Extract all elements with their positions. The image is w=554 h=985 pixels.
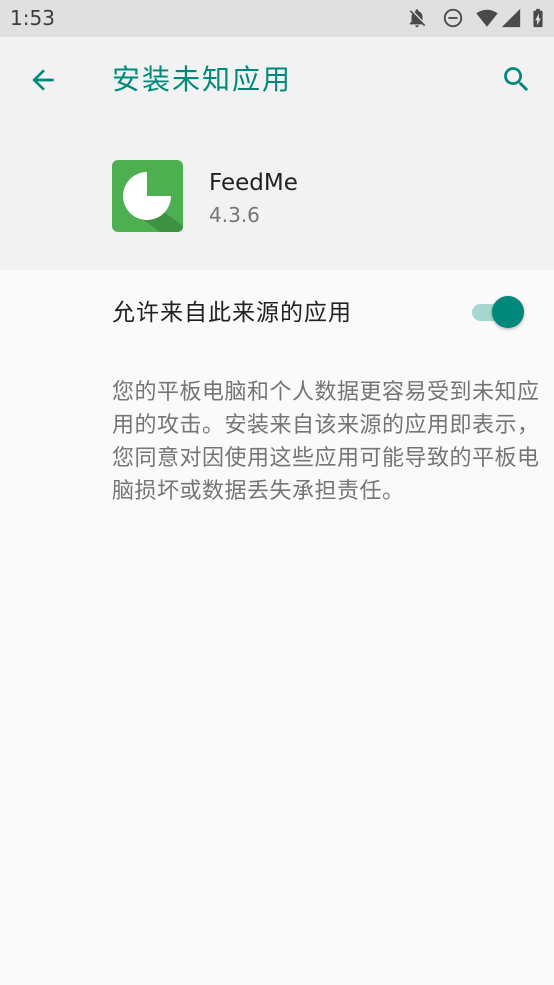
- notifications-off-icon: [406, 7, 428, 29]
- cell-signal-icon: [500, 7, 522, 29]
- description-line: 您同意对因使用这些应用可能导致的平板电: [112, 446, 540, 471]
- wifi-icon: [476, 7, 498, 29]
- allow-from-source-row[interactable]: 允许来自此来源的应用: [0, 276, 554, 350]
- description-line: 您的平板电脑和个人数据更容易受到未知应: [112, 380, 540, 405]
- search-button[interactable]: [500, 63, 533, 96]
- warning-description: 您的平板电脑和个人数据更容易受到未知应 用的攻击。安装来自该来源的应用即表示， …: [112, 376, 548, 508]
- description-line: 用的攻击。安装来自该来源的应用即表示，: [112, 413, 540, 438]
- switch-thumb[interactable]: [492, 296, 524, 328]
- status-time: 1:53: [10, 6, 55, 30]
- battery-charging-icon: [527, 7, 549, 29]
- app-name: FeedMe: [209, 170, 298, 196]
- search-icon: [504, 67, 529, 92]
- allow-from-source-switch[interactable]: [472, 296, 526, 330]
- back-arrow-icon: [32, 69, 54, 91]
- page-title: 安装未知应用: [112, 63, 293, 96]
- feedme-app-icon: [112, 160, 183, 232]
- description-line: 脑损坏或数据丢失承担责任。: [112, 479, 405, 504]
- status-bar: 1:53: [0, 0, 554, 37]
- do-not-disturb-icon: [442, 7, 464, 29]
- back-button[interactable]: [27, 64, 59, 96]
- app-version: 4.3.6: [209, 203, 260, 227]
- allow-from-source-label: 允许来自此来源的应用: [112, 300, 352, 326]
